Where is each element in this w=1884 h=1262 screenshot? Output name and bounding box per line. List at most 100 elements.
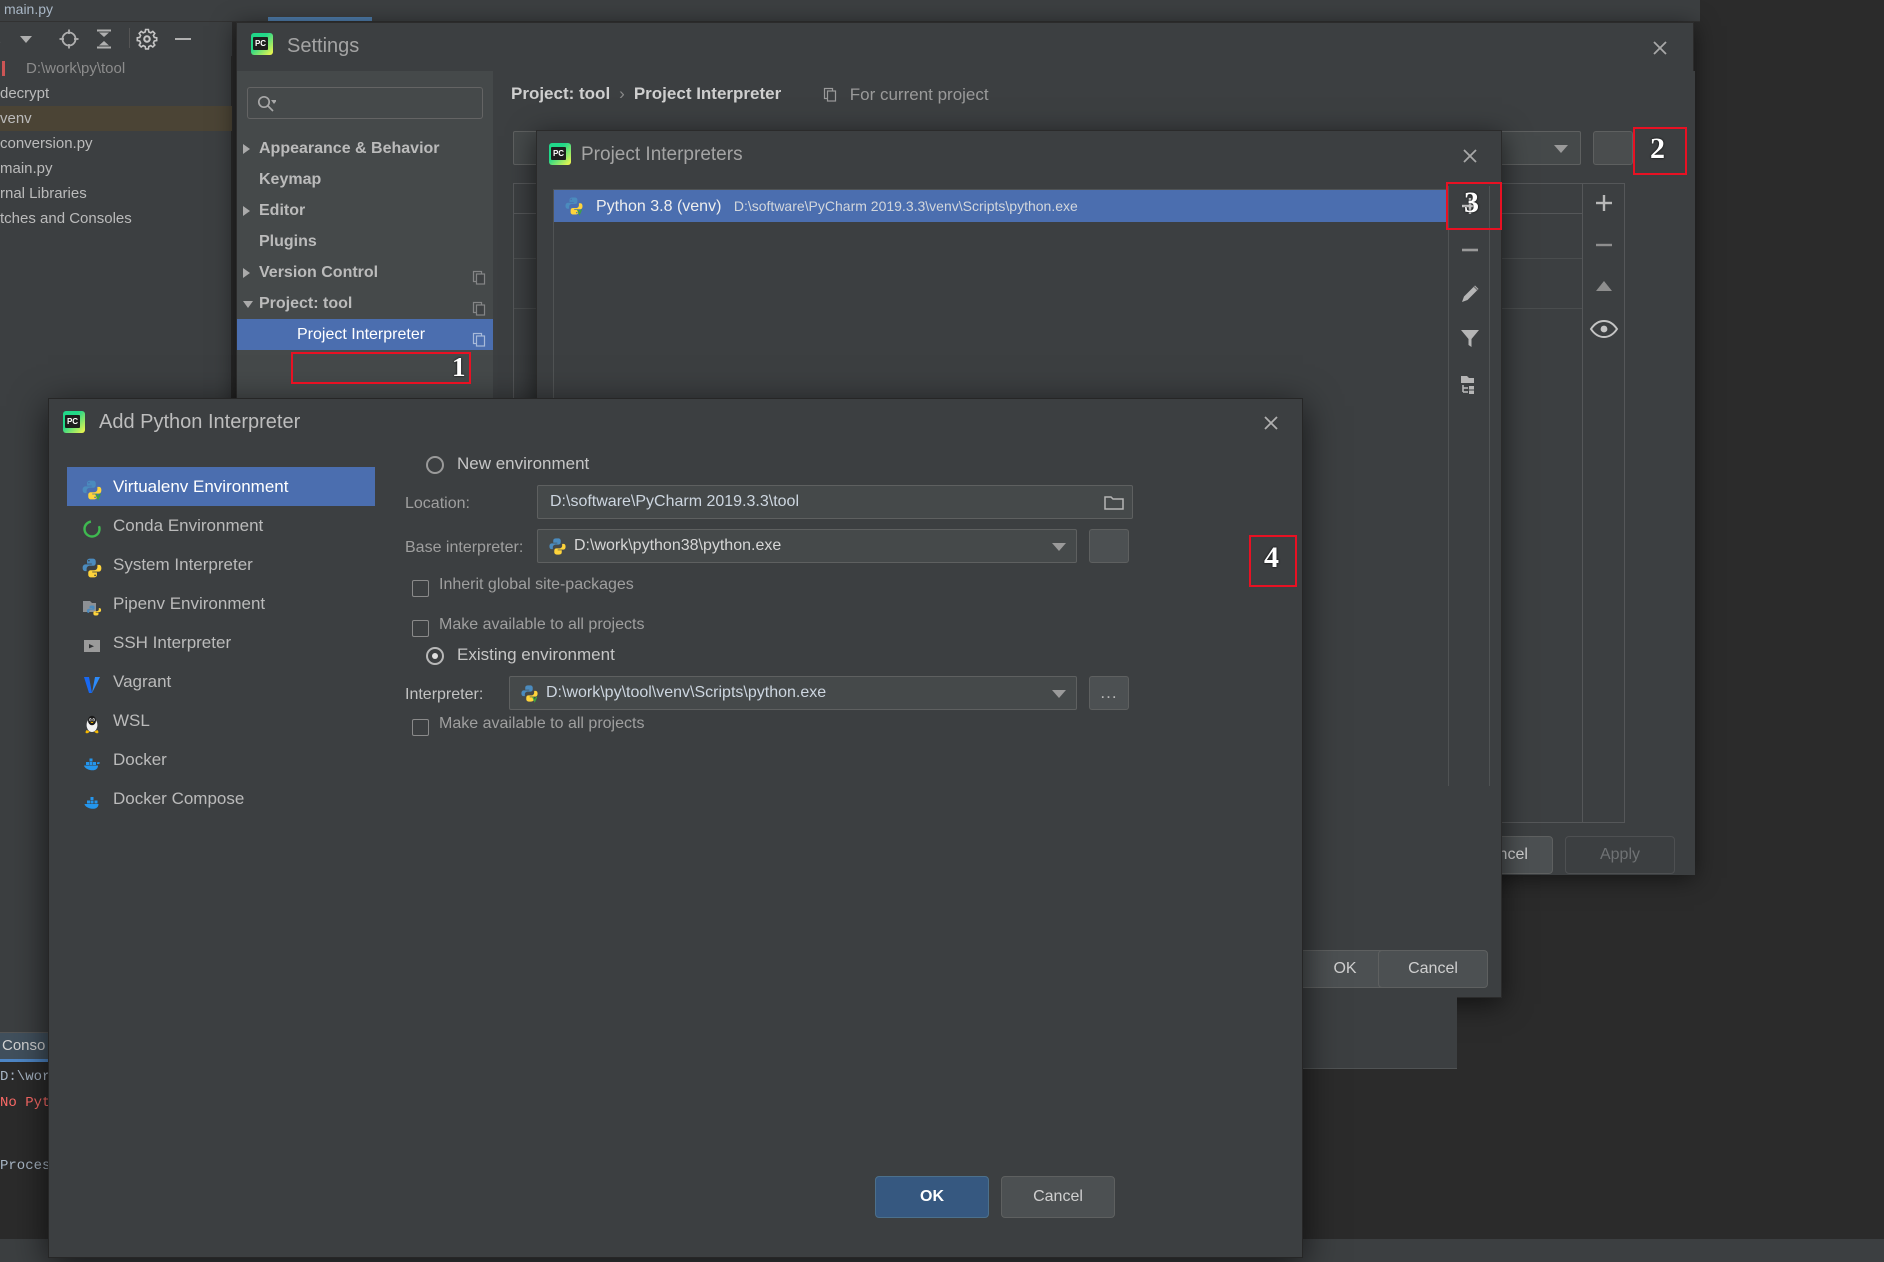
interpreter-type-label: Pipenv Environment	[113, 594, 265, 613]
search-input[interactable]	[282, 89, 478, 117]
add-interpreter-titlebar: Add Python Interpreter	[49, 399, 1302, 447]
chevron-down-icon[interactable]	[243, 301, 253, 308]
interpreter-type-label: Virtualenv Environment	[113, 477, 288, 496]
tree-row-decrypt[interactable]: decrypt	[0, 81, 232, 106]
sidebar-item-label: Plugins	[259, 233, 317, 250]
interpreter-type-label: WSL	[113, 711, 150, 730]
toolbar-separator	[129, 28, 130, 48]
location-input[interactable]: D:\software\PyCharm 2019.3.3\tool	[537, 485, 1133, 519]
existing-interpreter-browse-button[interactable]: ...	[1089, 676, 1129, 710]
base-interpreter-browse-button[interactable]	[1089, 529, 1129, 563]
interpreter-type-ssh[interactable]: SSH Interpreter	[67, 623, 375, 662]
gear-icon[interactable]	[136, 28, 158, 50]
interpreter-type-pipenv[interactable]: Pipenv Environment	[67, 584, 375, 623]
editor-tab-main-py[interactable]: main.py	[4, 1, 53, 17]
add-package-icon[interactable]	[1583, 186, 1625, 220]
upgrade-package-icon[interactable]	[1583, 270, 1625, 304]
add-interpreter-toolbar-button[interactable]	[1449, 186, 1491, 226]
tree-label: decrypt	[0, 85, 49, 102]
chevron-right-icon[interactable]	[243, 268, 250, 278]
chevron-down-icon[interactable]	[1052, 690, 1066, 698]
remove-package-icon[interactable]	[1583, 228, 1625, 262]
sidebar-item-appearance-behavior[interactable]: Appearance & Behavior	[237, 133, 493, 164]
interpreter-type-docker-compose[interactable]: Docker Compose	[67, 779, 375, 818]
tree-row-external-libraries[interactable]: rnal Libraries	[0, 181, 232, 206]
existing-interpreter-combobox[interactable]: D:\work\py\tool\venv\Scripts\python.exe	[509, 676, 1077, 710]
add-interpreter-cancel-button[interactable]: Cancel	[1001, 1176, 1115, 1218]
chevron-right-icon[interactable]	[243, 144, 250, 154]
wsl-tux-icon	[81, 710, 103, 732]
sidebar-item-project-tool[interactable]: Project: tool	[237, 288, 493, 319]
interpreter-name: Python 3.8 (venv)	[596, 198, 721, 215]
list-item[interactable]: Python 3.8 (venv) D:\software\PyCharm 20…	[554, 190, 1457, 222]
for-current-project-text: For current project	[850, 85, 989, 104]
interpreter-type-list: Virtualenv Environment Conda Environment…	[67, 467, 375, 807]
conda-icon	[81, 515, 103, 537]
tree-row-conversion-py[interactable]: conversion.py	[0, 131, 232, 156]
new-environment-label: New environment	[457, 454, 589, 474]
project-root-row[interactable]: D:\work\py\tool	[0, 56, 232, 81]
chevron-down-icon[interactable]	[1554, 145, 1568, 153]
sidebar-item-version-control[interactable]: Version Control	[237, 257, 493, 288]
existing-env-make-available-checkbox[interactable]	[412, 719, 429, 736]
chevron-down-icon[interactable]	[20, 36, 32, 43]
minimize-icon[interactable]	[172, 28, 194, 50]
new-environment-radio[interactable]	[426, 456, 444, 474]
sidebar-item-keymap[interactable]: Keymap	[237, 164, 493, 195]
tree-row-main-py[interactable]: main.py	[0, 156, 232, 181]
show-early-releases-icon[interactable]	[1583, 312, 1625, 346]
inherit-site-packages-checkbox[interactable]	[412, 580, 429, 597]
close-icon[interactable]	[1643, 31, 1677, 65]
tree-row-venv[interactable]: venv	[0, 106, 232, 131]
settings-tree: Appearance & Behavior Keymap Editor Plug…	[237, 133, 493, 350]
chevron-right-icon[interactable]	[243, 206, 250, 216]
locate-icon[interactable]	[58, 28, 80, 50]
sidebar-item-editor[interactable]: Editor	[237, 195, 493, 226]
interpreter-type-virtualenv[interactable]: Virtualenv Environment	[67, 467, 375, 506]
console-line-path: D:\wor	[0, 1069, 50, 1085]
project-interpreters-cancel-button[interactable]: Cancel	[1378, 950, 1488, 988]
location-label: Location:	[405, 495, 470, 513]
folder-icon[interactable]	[1104, 494, 1124, 517]
collapse-all-icon[interactable]	[93, 28, 115, 50]
interpreter-type-docker[interactable]: Docker	[67, 740, 375, 779]
sidebar-item-project-interpreter[interactable]: Project Interpreter	[237, 319, 493, 350]
tree-label: conversion.py	[0, 135, 93, 152]
search-box[interactable]	[247, 87, 483, 119]
add-python-interpreter-dialog: Add Python Interpreter Virtualenv Enviro…	[48, 398, 1303, 1258]
project-scope-icon	[823, 85, 843, 104]
interpreter-type-system[interactable]: System Interpreter	[67, 545, 375, 584]
tree-label: venv	[0, 110, 32, 127]
filter-icon[interactable]	[1449, 318, 1491, 358]
edit-pencil-icon[interactable]	[1449, 274, 1491, 314]
tree-label: tches and Consoles	[0, 210, 132, 227]
interpreter-type-wsl[interactable]: WSL	[67, 701, 375, 740]
sidebar-item-label: Project Interpreter	[297, 326, 425, 343]
sidebar-item-plugins[interactable]: Plugins	[237, 226, 493, 257]
show-paths-icon[interactable]	[1449, 362, 1491, 402]
close-icon[interactable]	[1453, 139, 1487, 173]
new-env-make-available-checkbox[interactable]	[412, 620, 429, 637]
location-value: D:\software\PyCharm 2019.3.3\tool	[550, 493, 799, 511]
console-line-error: No Pyt	[0, 1095, 50, 1111]
pycharm-logo-icon	[251, 33, 273, 55]
existing-env-make-available-label: Make available to all projects	[439, 715, 644, 733]
existing-interpreter-value: D:\work\py\tool\venv\Scripts\python.exe	[546, 684, 826, 702]
breadcrumb-current: Project Interpreter	[634, 84, 781, 103]
copy-settings-icon[interactable]	[472, 327, 487, 358]
chevron-down-icon[interactable]	[1052, 543, 1066, 551]
interpreter-label: Interpreter:	[405, 686, 483, 704]
interpreter-type-label: Docker Compose	[113, 789, 244, 808]
project-file-tree: D:\work\py\tool decrypt venv conversion.…	[0, 56, 232, 231]
breadcrumb-parent[interactable]: Project: tool	[511, 84, 610, 103]
interpreter-settings-gear-button[interactable]	[1593, 131, 1633, 165]
new-env-make-available-label: Make available to all projects	[439, 616, 644, 634]
remove-interpreter-toolbar-button[interactable]	[1449, 230, 1491, 270]
close-icon[interactable]	[1254, 406, 1288, 440]
base-interpreter-combobox[interactable]: D:\work\python38\python.exe	[537, 529, 1077, 563]
tree-row-scratches-consoles[interactable]: tches and Consoles	[0, 206, 232, 231]
interpreter-type-vagrant[interactable]: Vagrant	[67, 662, 375, 701]
existing-environment-radio[interactable]	[426, 647, 444, 665]
interpreter-type-conda[interactable]: Conda Environment	[67, 506, 375, 545]
add-interpreter-ok-button[interactable]: OK	[875, 1176, 989, 1218]
